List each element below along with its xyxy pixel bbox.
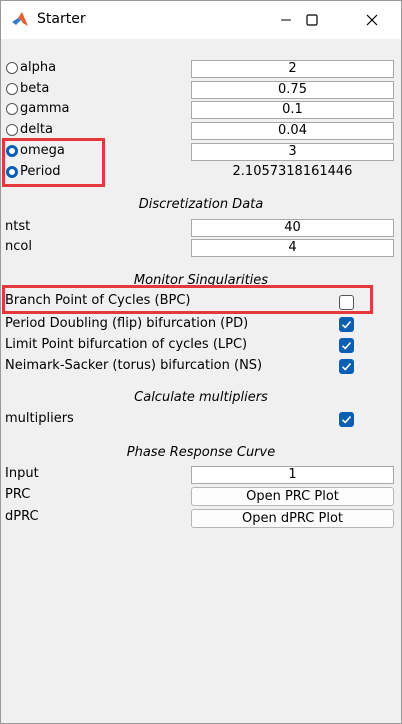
delta-input[interactable]: 0.04	[191, 122, 394, 140]
checkmark-icon	[341, 362, 352, 371]
open-prc-plot-button[interactable]: Open PRC Plot	[191, 487, 394, 506]
multipliers-checkbox[interactable]	[339, 412, 354, 427]
ntst-label: ntst	[5, 219, 31, 234]
alpha-input[interactable]: 2	[191, 60, 394, 78]
matlab-icon	[12, 12, 28, 26]
param-label: beta	[20, 81, 50, 96]
monitor-label: Limit Point bifurcation of cycles (LPC)	[5, 337, 248, 352]
monitor-row-pd: Period Doubling (flip) bifurcation (PD)	[1, 315, 401, 335]
param-label: alpha	[20, 60, 57, 75]
param-row-gamma: gamma 0.1	[1, 100, 401, 120]
input-row: Input 1	[1, 465, 401, 485]
prc-input-field[interactable]: 1	[191, 466, 394, 484]
close-button[interactable]	[349, 1, 395, 39]
monitor-label: Neimark-Sacker (torus) bifurcation (NS)	[5, 358, 263, 373]
ncol-input[interactable]: 4	[191, 239, 394, 257]
maximize-icon	[306, 14, 318, 26]
param-label: gamma	[20, 101, 70, 116]
monitor-row-ns: Neimark-Sacker (torus) bifurcation (NS)	[1, 357, 401, 377]
ncol-label: ncol	[5, 239, 32, 254]
dprc-label: dPRC	[5, 509, 39, 524]
checkmark-icon	[341, 341, 352, 350]
beta-input[interactable]: 0.75	[191, 81, 394, 99]
dprc-row: dPRC Open dPRC Plot	[1, 508, 401, 528]
multipliers-header: Calculate multipliers	[134, 390, 268, 405]
param-row-beta: beta 0.75	[1, 80, 401, 100]
ntst-row: ntst 40	[1, 218, 401, 238]
prc-header: Phase Response Curve	[126, 445, 276, 460]
input-label: Input	[5, 466, 39, 481]
close-icon	[366, 14, 378, 26]
gamma-input[interactable]: 0.1	[191, 101, 394, 119]
radio-gamma[interactable]	[6, 103, 18, 115]
multipliers-label: multipliers	[5, 411, 74, 426]
lpc-checkbox[interactable]	[339, 338, 354, 353]
radio-beta[interactable]	[6, 83, 18, 95]
prc-row: PRC Open PRC Plot	[1, 486, 401, 506]
radio-delta[interactable]	[6, 124, 18, 136]
omega-input[interactable]: 3	[191, 143, 394, 161]
param-label: delta	[20, 122, 53, 137]
period-value: 2.1057318161446	[232, 164, 353, 179]
ns-checkbox[interactable]	[339, 359, 354, 374]
multipliers-row: multipliers	[1, 410, 401, 430]
param-row-alpha: alpha 2	[1, 59, 401, 79]
ncol-row: ncol 4	[1, 238, 401, 258]
starter-content: alpha 2 beta 0.75 gamma 0.1 delta 0.04 o…	[1, 40, 401, 723]
title-bar: Starter	[1, 1, 401, 39]
monitor-label: Period Doubling (flip) bifurcation (PD)	[5, 316, 249, 331]
maximize-button[interactable]	[289, 1, 335, 39]
highlight-box-omega-period	[2, 138, 105, 187]
window-title: Starter	[37, 11, 86, 27]
highlight-box-bpc	[2, 285, 373, 314]
open-dprc-plot-button[interactable]: Open dPRC Plot	[191, 509, 394, 528]
discretization-header: Discretization Data	[138, 197, 264, 212]
pd-checkbox[interactable]	[339, 317, 354, 332]
checkmark-icon	[341, 415, 352, 424]
checkmark-icon	[341, 320, 352, 329]
monitor-row-lpc: Limit Point bifurcation of cycles (LPC)	[1, 336, 401, 356]
ntst-input[interactable]: 40	[191, 219, 394, 237]
starter-window: Starter alpha 2 beta 0.75 gamma 0.1 delt…	[0, 0, 402, 724]
radio-alpha[interactable]	[6, 62, 18, 74]
prc-label: PRC	[5, 487, 31, 502]
